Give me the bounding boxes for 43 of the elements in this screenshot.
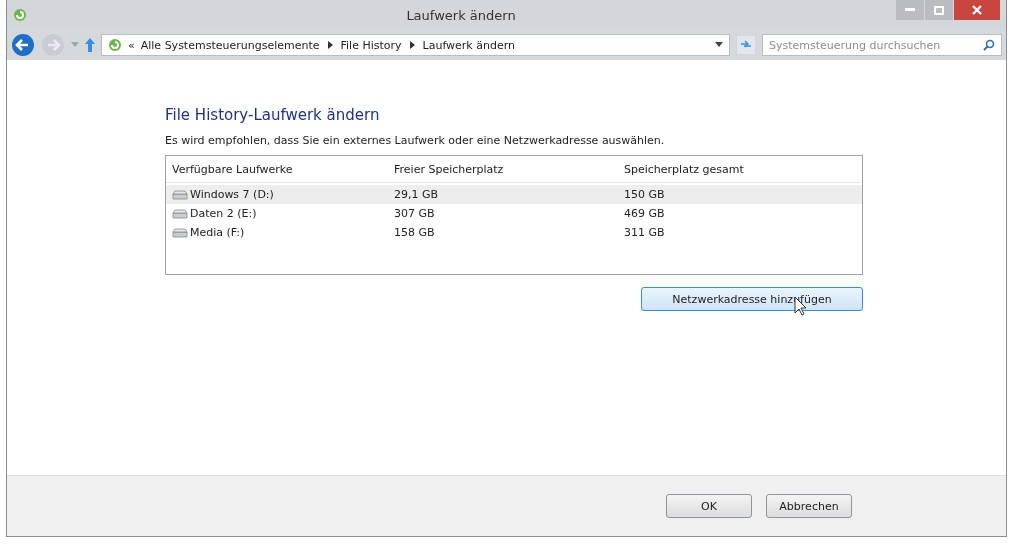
separator-arrow-icon[interactable] bbox=[409, 41, 415, 49]
table-cell: 29,1 GB bbox=[394, 188, 439, 201]
separator-arrow-icon[interactable] bbox=[327, 41, 333, 49]
refresh-icon[interactable] bbox=[736, 35, 756, 55]
address-bar[interactable]: « Alle Systemsteuerungselemente File History Laufwerk ändern bbox=[101, 34, 730, 56]
search-field[interactable]: Systemsteuerung durchsuchen bbox=[762, 34, 1002, 56]
column-header[interactable]: Freier Speicherplatz bbox=[394, 162, 624, 176]
table-cell: 311 GB bbox=[624, 226, 665, 239]
table-cell: 158 GB bbox=[394, 226, 435, 239]
add-network-address-button[interactable]: Netzwerkadresse hinzufügen bbox=[641, 287, 863, 311]
table-cell: 150 GB bbox=[624, 188, 665, 201]
drive-row[interactable]: Windows 7 (D:) 29,1 GB 150 GB bbox=[166, 185, 862, 204]
app-icon bbox=[13, 8, 27, 22]
column-header[interactable]: Verfügbare Laufwerke bbox=[172, 162, 394, 176]
drive-icon bbox=[172, 208, 188, 219]
maximize-icon bbox=[934, 5, 944, 15]
dropdown-icon[interactable] bbox=[715, 42, 723, 48]
breadcrumb-item[interactable]: File History bbox=[340, 38, 402, 52]
back-icon[interactable] bbox=[11, 33, 35, 57]
up-arrow-icon[interactable] bbox=[85, 38, 95, 52]
drive-row[interactable]: Media (F:) 158 GB 311 GB bbox=[166, 223, 862, 242]
table-cell: 307 GB bbox=[394, 207, 435, 220]
control-panel-icon bbox=[108, 38, 122, 52]
search-icon[interactable] bbox=[983, 39, 995, 51]
drive-icon bbox=[172, 189, 188, 200]
description-text: Es wird empfohlen, dass Sie ein externes Laufwerk oder eine Netzwerkadresse auswählen. bbox=[165, 134, 666, 147]
close-button[interactable] bbox=[954, 0, 1000, 20]
close-icon bbox=[972, 5, 982, 15]
dialog-button[interactable]: Abbrechen bbox=[766, 494, 852, 518]
drive-row[interactable]: Daten 2 (E:) 307 GB 469 GB bbox=[166, 204, 862, 223]
table-cell: 469 GB bbox=[624, 207, 665, 220]
drive-icon bbox=[172, 227, 188, 238]
page-heading: File History-Laufwerk ändern bbox=[165, 106, 381, 124]
breadcrumb-chevron[interactable]: « bbox=[128, 38, 135, 52]
minimize-icon bbox=[905, 8, 915, 12]
dialog-button[interactable]: OK bbox=[666, 494, 752, 518]
column-header[interactable]: Speicherplatz gesamt bbox=[624, 162, 862, 176]
breadcrumb-item[interactable]: Laufwerk ändern bbox=[422, 38, 515, 52]
table-cell: Media (F:) bbox=[190, 226, 245, 239]
table-cell: Windows 7 (D:) bbox=[190, 188, 274, 201]
table-cell: Daten 2 (E:) bbox=[190, 207, 257, 220]
window-title: Laufwerk ändern bbox=[405, 7, 517, 23]
breadcrumb-item[interactable]: Alle Systemsteuerungselemente bbox=[140, 38, 320, 52]
